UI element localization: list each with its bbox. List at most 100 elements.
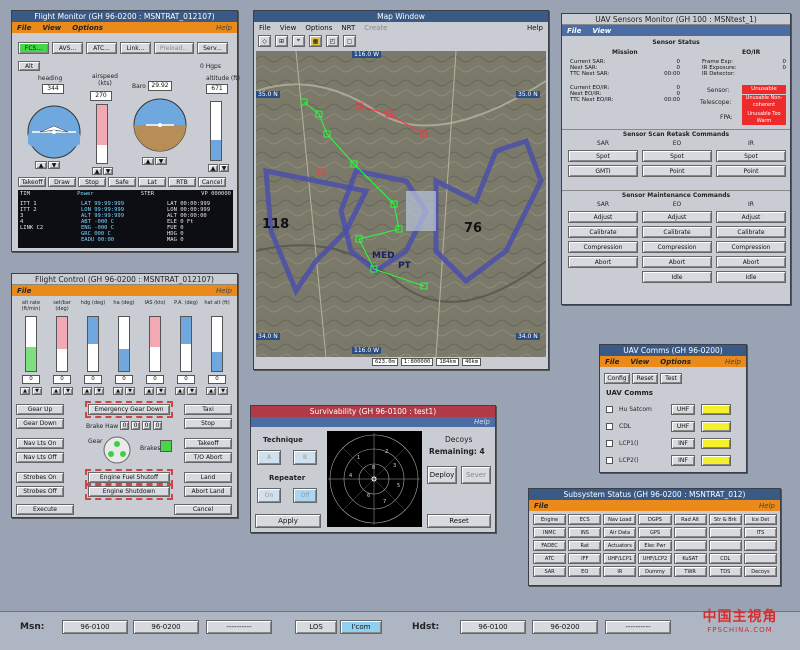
comms-menu-options[interactable]: Options	[660, 358, 691, 366]
baro-input[interactable]: 29.92	[148, 81, 172, 91]
subsystem-cell[interactable]: Rat	[568, 540, 602, 551]
alt-down-button[interactable]: ▼	[219, 164, 229, 172]
airspeed-down-button[interactable]: ▼	[103, 167, 113, 175]
fc-slider-tape[interactable]	[87, 316, 99, 372]
subsystem-cell[interactable]: Actuators	[603, 540, 637, 551]
baro-down-button[interactable]: ▼	[155, 157, 167, 165]
grid-icon[interactable]: ▦	[309, 35, 322, 47]
fc-slider-up-button[interactable]: ▲	[206, 387, 216, 395]
sever-button[interactable]: Sever	[461, 466, 491, 484]
subsystem-cell[interactable]: KuSAT	[673, 553, 707, 564]
map-menu-help[interactable]: Help	[527, 24, 543, 32]
sar-compression-button[interactable]: Compression	[568, 241, 638, 253]
gear-down-button[interactable]: Gear Down	[16, 418, 64, 429]
fc-slider-up-button[interactable]: ▲	[113, 387, 123, 395]
comms-band-button[interactable]: INF	[671, 455, 695, 466]
alt-button[interactable]: Alt	[18, 61, 40, 71]
deploy-button[interactable]: Deploy	[427, 466, 457, 484]
fc-slider-down-button[interactable]: ▼	[125, 387, 135, 395]
land-button[interactable]: Land	[184, 472, 232, 483]
link-button[interactable]: Link...	[120, 42, 151, 54]
menu-help[interactable]: Help	[216, 24, 232, 32]
subsystem-cell[interactable]: ITS	[743, 527, 777, 538]
subsystem-cell[interactable]: Dummy	[638, 566, 672, 577]
subsystem-cell[interactable]: Elec Pwr	[638, 540, 672, 551]
comms-band-button[interactable]: UHF	[671, 421, 695, 432]
subsystem-cell[interactable]: Air Data	[603, 527, 637, 538]
stop-taxi-button[interactable]: Stop	[184, 418, 232, 429]
subsystem-cell[interactable]: FADEC	[533, 540, 567, 551]
repeater-on-button[interactable]: On	[257, 488, 281, 503]
fc-slider-up-button[interactable]: ▲	[175, 387, 185, 395]
serv-button[interactable]: Serv...	[197, 42, 228, 54]
hdst-96-0200-button[interactable]: 96-0200	[532, 620, 598, 634]
fcs-button[interactable]: FCS...	[18, 42, 49, 54]
icom-button[interactable]: I'com	[340, 620, 382, 634]
comms-status-button[interactable]	[701, 438, 731, 449]
fc-slider-down-button[interactable]: ▼	[218, 387, 228, 395]
comms-checkbox[interactable]	[606, 423, 613, 430]
sar-spot-button[interactable]: Spot	[568, 150, 638, 162]
comms-band-button[interactable]: INF	[671, 438, 695, 449]
atc-button[interactable]: ATC...	[86, 42, 117, 54]
gear-up-button[interactable]: Gear Up	[16, 404, 64, 415]
eo-point-button[interactable]: Point	[642, 165, 712, 177]
eo-calibrate-button[interactable]: Calibrate	[642, 226, 712, 238]
subsystem-cell[interactable]: IR	[603, 566, 637, 577]
airspeed-up-button[interactable]: ▲	[92, 167, 102, 175]
subsystem-cell[interactable]: Rad Alt	[673, 514, 707, 525]
subsystem-cell[interactable]: Str & Brk	[708, 514, 742, 525]
comms-checkbox[interactable]	[606, 457, 613, 464]
map-title[interactable]: Map Window	[254, 11, 548, 22]
subsystem-cell[interactable]: Engine	[533, 514, 567, 525]
fc-slider-up-button[interactable]: ▲	[51, 387, 61, 395]
fc-slider-tape[interactable]	[118, 316, 130, 372]
uav-sensors-title[interactable]: UAV Sensors Monitor (GH 100 : MSNtest_1)	[562, 14, 790, 25]
eo-compression-button[interactable]: Compression	[642, 241, 712, 253]
comms-menu-view[interactable]: View	[630, 358, 649, 366]
nav-lts-on-button[interactable]: Nav Lts On	[16, 438, 64, 449]
subsystem-cell[interactable]: UHF/LCP1	[603, 553, 637, 564]
att-left-button[interactable]: ▲	[35, 161, 47, 169]
subsystem-cell[interactable]	[673, 540, 707, 551]
brake-value-3[interactable]: 0	[142, 421, 151, 430]
fc-slider-down-button[interactable]: ▼	[63, 387, 73, 395]
subsystem-cell[interactable]	[743, 553, 777, 564]
eo-idle-button[interactable]: Idle	[642, 271, 712, 283]
fc-slider-value[interactable]: 0	[208, 375, 226, 384]
fc-slider-down-button[interactable]: ▼	[32, 387, 42, 395]
sar-adjust-button[interactable]: Adjust	[568, 211, 638, 223]
subsystem-cell[interactable]: SAR	[533, 566, 567, 577]
sub-menu-file[interactable]: File	[534, 502, 548, 510]
sub-menu-help[interactable]: Help	[759, 502, 775, 510]
los-button[interactable]: LOS	[295, 620, 337, 634]
map-menu-create[interactable]: Create	[364, 24, 387, 32]
stop-button[interactable]: Stop	[78, 177, 106, 187]
draw-button[interactable]: Draw	[48, 177, 76, 187]
box-icon[interactable]: ◰	[326, 35, 339, 47]
comms-checkbox[interactable]	[606, 440, 613, 447]
subsystem-cell[interactable]: CDL	[708, 553, 742, 564]
engine-shutdown-button[interactable]: Engine Shutdown	[85, 483, 173, 500]
takeoff-button[interactable]: Takeoff	[18, 177, 46, 187]
subsystem-cell[interactable]: EO	[568, 566, 602, 577]
fc-slider-up-button[interactable]: ▲	[20, 387, 30, 395]
execute-button[interactable]: Execute	[16, 504, 74, 515]
menu-options[interactable]: Options	[72, 24, 103, 32]
survivability-title[interactable]: Survivability (GH 96-0100 : test1)	[251, 406, 495, 417]
fc-slider-up-button[interactable]: ▲	[82, 387, 92, 395]
subsystem-cell[interactable]: TDS	[708, 566, 742, 577]
eo-adjust-button[interactable]: Adjust	[642, 211, 712, 223]
fc-slider-tape[interactable]	[180, 316, 192, 372]
fc-slider-value[interactable]: 0	[146, 375, 164, 384]
fc-slider-value[interactable]: 0	[115, 375, 133, 384]
comms-menu-file[interactable]: File	[605, 358, 619, 366]
ir-adjust-button[interactable]: Adjust	[716, 211, 786, 223]
sensors-menu-file[interactable]: File	[567, 27, 581, 35]
fc-menu-help[interactable]: Help	[216, 287, 232, 295]
baro-up-button[interactable]: ▲	[142, 157, 154, 165]
msn-96-0100-button[interactable]: 96-0100	[62, 620, 128, 634]
ir-point-button[interactable]: Point	[716, 165, 786, 177]
fc-slider-tape[interactable]	[25, 316, 37, 372]
map-menu-file[interactable]: File	[259, 24, 271, 32]
